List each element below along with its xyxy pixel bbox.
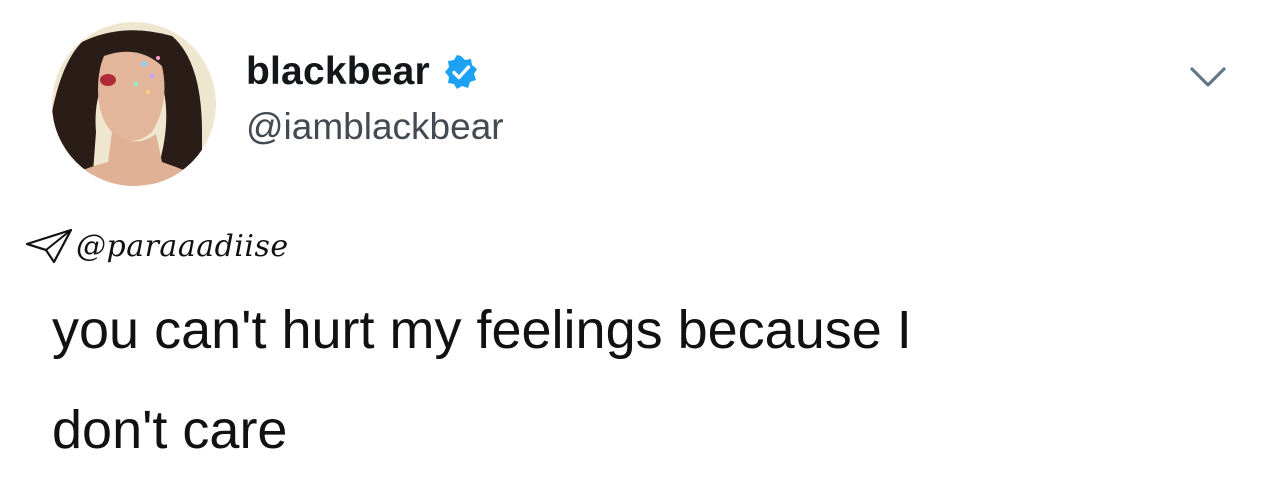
avatar[interactable] — [52, 22, 216, 186]
author-name-row: blackbear — [246, 42, 478, 102]
author-handle[interactable]: @iamblackbear — [246, 106, 504, 148]
tweet-text-line: you can't hurt my feelings because I — [52, 300, 912, 360]
display-name[interactable]: blackbear — [246, 50, 430, 94]
tweet-body: you can't hurt my feelings because I don… — [52, 280, 1202, 480]
paper-plane-icon — [24, 226, 74, 266]
tweet-card: blackbear @iamblackbear @paraaadiise you… — [0, 0, 1280, 475]
avatar-image — [52, 22, 216, 186]
watermark: @paraaadiise — [24, 226, 289, 266]
tweet-text-line: don't care — [52, 400, 288, 460]
chevron-down-icon[interactable] — [1186, 60, 1230, 94]
verified-badge-icon — [444, 55, 478, 89]
watermark-text: @paraaadiise — [76, 228, 289, 264]
